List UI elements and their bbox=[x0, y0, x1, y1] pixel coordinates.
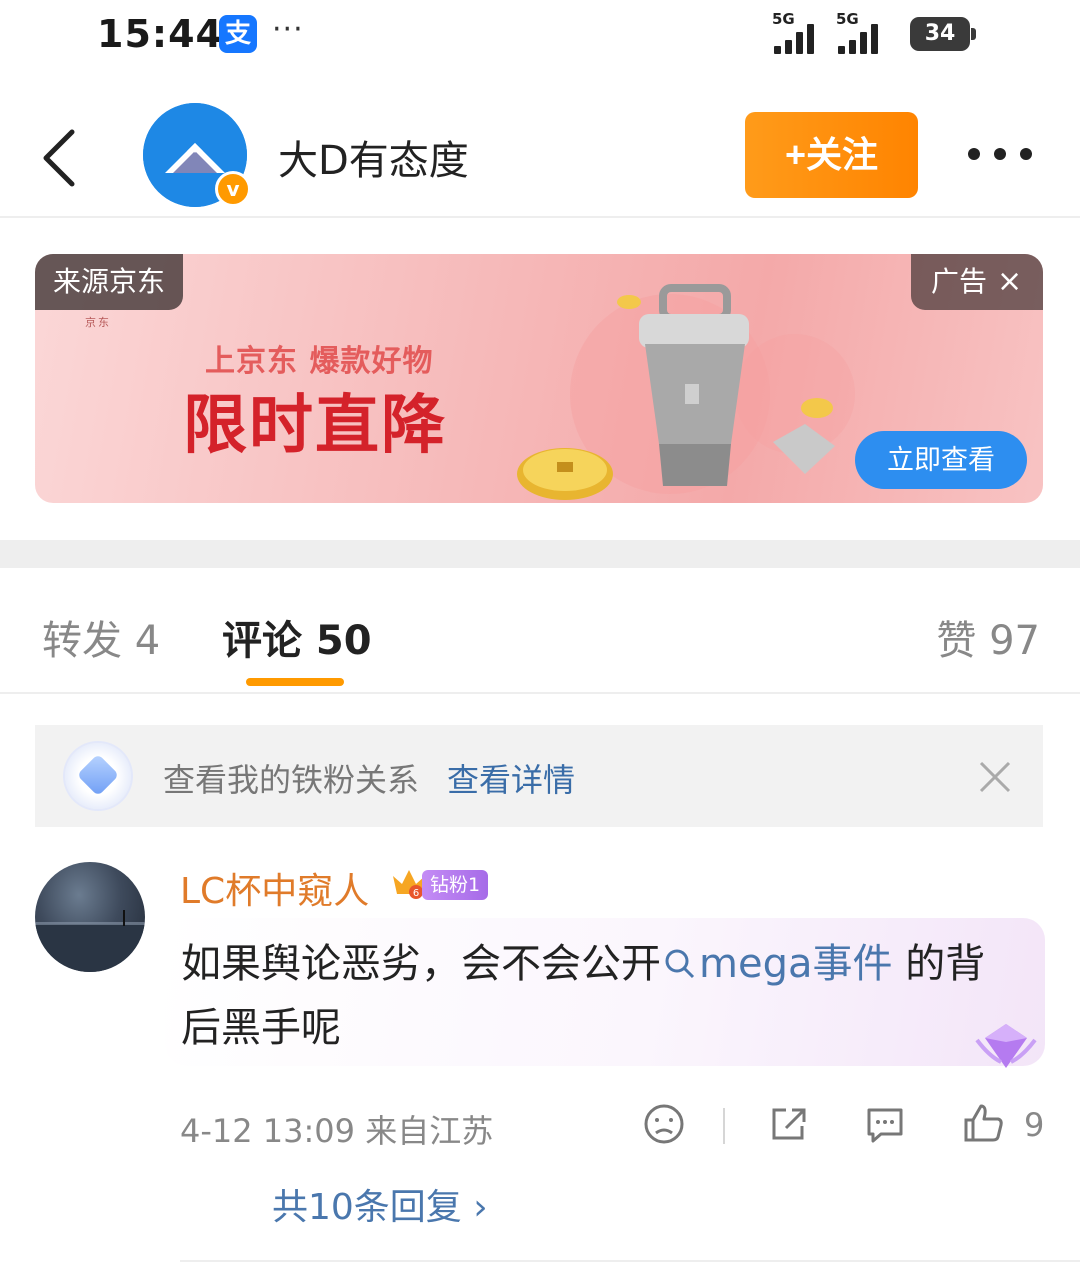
ad-close-button[interactable]: 广告 × bbox=[911, 254, 1043, 310]
search-icon bbox=[665, 949, 695, 979]
comment-item: LC杯中窥人 6 钻粉1 如果舆论恶劣，会不会公开 mega事件 的背后黑手呢 4… bbox=[0, 840, 1080, 1281]
status-time: 15:44 bbox=[97, 12, 223, 56]
post-header: v 大D有态度 +关注 bbox=[0, 90, 1080, 218]
reply-icon[interactable] bbox=[863, 1102, 907, 1146]
verified-icon: v bbox=[215, 171, 251, 207]
fan-relationship-banner: 查看我的铁粉关系 查看详情 bbox=[35, 725, 1043, 827]
comment-location: 来自江苏 bbox=[365, 1112, 494, 1150]
like-count: 9 bbox=[1024, 1106, 1045, 1144]
fan-level-badge: 钻粉1 bbox=[422, 870, 489, 900]
comment-text: 如果舆论恶劣，会不会公开 mega事件 的背后黑手呢 bbox=[181, 932, 1021, 1060]
status-bar: 15:44 支 ··· 5G 5G 34 bbox=[0, 0, 1080, 72]
ad-product-image bbox=[505, 274, 865, 503]
account-name[interactable]: 大D有态度 bbox=[278, 128, 469, 186]
commenter-avatar[interactable] bbox=[35, 862, 145, 972]
view-details-link[interactable]: 查看详情 bbox=[447, 755, 575, 801]
close-icon[interactable] bbox=[975, 757, 1015, 797]
ad-banner[interactable]: 京东 上京东 爆款好物 限时直降 来源京东 广告 × 立即查看 bbox=[35, 254, 1043, 503]
signal-strength-icon-2: 5G bbox=[836, 10, 898, 54]
ad-source-tag: 来源京东 bbox=[35, 254, 183, 310]
more-icon[interactable] bbox=[968, 142, 1032, 166]
section-divider bbox=[0, 540, 1080, 568]
alipay-notification-icon: 支 bbox=[219, 15, 257, 53]
crown-level: 6 bbox=[413, 888, 419, 899]
topic-text: mega事件 bbox=[699, 941, 893, 987]
diamond-fan-icon bbox=[65, 743, 131, 809]
action-divider bbox=[723, 1108, 725, 1144]
signal-strength-icon: 5G bbox=[772, 10, 834, 54]
active-tab-indicator bbox=[246, 678, 344, 686]
ad-view-now-button[interactable]: 立即查看 bbox=[855, 431, 1027, 489]
topic-link[interactable]: mega事件 bbox=[661, 941, 892, 987]
tab-likes[interactable]: 赞 97 bbox=[936, 608, 1040, 666]
comment-timestamp: 4-12 13:09 bbox=[180, 1112, 356, 1150]
ad-label: 广告 bbox=[931, 265, 988, 298]
account-avatar[interactable]: v bbox=[143, 103, 251, 207]
tab-reposts[interactable]: 转发 4 bbox=[42, 608, 160, 666]
view-replies-link[interactable]: 共10条回复 › bbox=[272, 1178, 488, 1230]
like-icon[interactable] bbox=[962, 1102, 1006, 1146]
tab-comments[interactable]: 评论 50 bbox=[222, 608, 372, 666]
back-icon[interactable] bbox=[38, 128, 82, 188]
commenter-username[interactable]: LC杯中窥人 bbox=[180, 862, 369, 914]
share-icon[interactable] bbox=[766, 1102, 810, 1146]
follow-button[interactable]: +关注 bbox=[745, 112, 918, 198]
comment-bubble[interactable]: 如果舆论恶劣，会不会公开 mega事件 的背后黑手呢 bbox=[165, 918, 1045, 1068]
comment-text-part: 如果舆论恶劣，会不会公开 bbox=[181, 941, 661, 987]
diamond-badge-icon bbox=[971, 1016, 1041, 1076]
comment-divider bbox=[180, 1260, 1080, 1262]
more-notifications-icon: ··· bbox=[272, 12, 304, 47]
fan-relationship-text: 查看我的铁粉关系 bbox=[163, 761, 420, 799]
ad-title: 限时直降 bbox=[183, 389, 447, 463]
comment-meta: 4-12 13:09 来自江苏 bbox=[180, 1106, 493, 1152]
battery-icon: 34 bbox=[910, 17, 976, 51]
interaction-tabs: 转发 4 评论 50 赞 97 bbox=[0, 568, 1080, 694]
ad-brand-logo: 京东 bbox=[85, 316, 111, 329]
close-icon[interactable]: × bbox=[997, 264, 1022, 299]
dislike-icon[interactable] bbox=[642, 1102, 686, 1146]
